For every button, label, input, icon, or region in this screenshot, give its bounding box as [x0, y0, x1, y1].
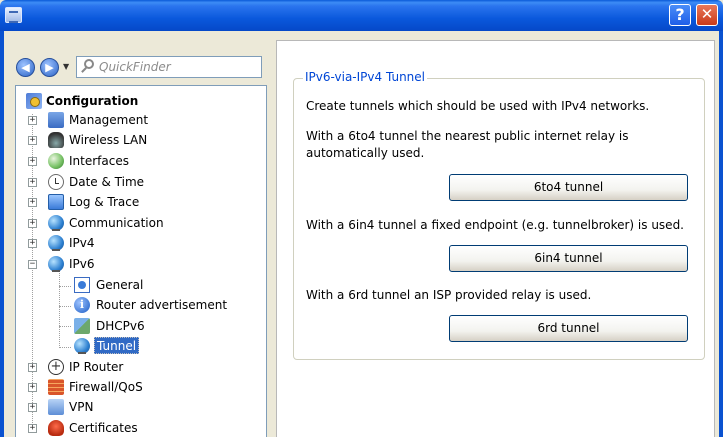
expand-icon[interactable]: +	[28, 403, 37, 412]
tree-item-label: VPN	[69, 400, 94, 414]
tree-item-ipv6[interactable]: − IPv6	[16, 254, 266, 274]
tree-item-vpn[interactable]: + VPN	[16, 397, 266, 417]
groupbox-title: IPv6-via-IPv4 Tunnel	[303, 70, 428, 84]
log-icon	[48, 194, 64, 210]
dhcp-icon	[74, 318, 90, 334]
clock-icon	[48, 174, 64, 190]
forward-arrow-icon[interactable]	[40, 58, 59, 77]
quickfinder-input[interactable]: QuickFinder	[76, 56, 262, 78]
tree-item-wireless-lan[interactable]: + Wireless LAN	[16, 130, 266, 150]
collapse-icon[interactable]: −	[28, 260, 37, 269]
expand-icon[interactable]: +	[28, 219, 37, 228]
search-icon	[81, 59, 95, 73]
tree-item-configuration[interactable]: Configuration	[16, 91, 266, 111]
tree-item-ip-router[interactable]: + IP Router	[16, 357, 266, 377]
tree-item-ipv4[interactable]: + IPv4	[16, 233, 266, 253]
6to4-tunnel-button[interactable]: 6to4 tunnel	[449, 174, 688, 201]
tree-item-label: General	[96, 278, 144, 292]
expand-icon[interactable]: +	[28, 136, 37, 145]
tree-item-date-time[interactable]: + Date & Time	[16, 172, 266, 192]
expand-icon[interactable]: +	[28, 383, 37, 392]
help-button[interactable]: ?	[669, 4, 691, 26]
tree-item-label: Date & Time	[69, 175, 145, 189]
tree-item-label: Interfaces	[69, 154, 129, 168]
vpn-icon	[48, 399, 64, 415]
sixto4-description-line1: With a 6to4 tunnel the nearest public in…	[306, 129, 629, 143]
globe-icon	[74, 338, 90, 354]
6in4-tunnel-button[interactable]: 6in4 tunnel	[449, 245, 688, 272]
tree-item-communication[interactable]: + Communication	[16, 213, 266, 233]
management-icon	[48, 112, 64, 128]
tree-item-interfaces[interactable]: + Interfaces	[16, 151, 266, 171]
title-bar: ? ✕	[0, 0, 723, 31]
tree-item-firewall-qos[interactable]: + Firewall/QoS	[16, 377, 266, 397]
tree-item-label: Certificates	[69, 421, 138, 435]
expand-icon[interactable]: +	[28, 239, 37, 248]
tree-item-label: Tunnel	[94, 337, 140, 354]
sixto4-description-line2: automatically used.	[306, 146, 425, 160]
tree-item-label: Communication	[69, 216, 164, 230]
expand-icon[interactable]: +	[28, 424, 37, 433]
globe-icon	[48, 235, 64, 251]
intro-text: Create tunnels which should be used with…	[306, 99, 650, 113]
tree-item-tunnel[interactable]: Tunnel	[16, 336, 266, 356]
app-icon	[5, 7, 22, 23]
tree-item-label: Log & Trace	[69, 195, 140, 209]
tree-item-label: Configuration	[46, 94, 139, 108]
expand-icon[interactable]: +	[28, 178, 37, 187]
tree-item-certificates[interactable]: + Certificates	[16, 418, 266, 437]
window-frame-right	[719, 31, 723, 437]
tree-item-management[interactable]: + Management	[16, 110, 266, 130]
interfaces-icon	[48, 153, 64, 169]
tree-item-label: Management	[69, 113, 149, 127]
expand-icon[interactable]: +	[28, 363, 37, 372]
tree-item-label: Wireless LAN	[69, 133, 148, 147]
firewall-icon	[48, 379, 64, 395]
router-icon	[48, 359, 64, 375]
info-icon	[74, 297, 90, 313]
configuration-tree[interactable]: Configuration + Management + Wireless LA…	[15, 85, 267, 437]
tree-item-label: Firewall/QoS	[69, 380, 143, 394]
tree-item-label: IP Router	[69, 360, 124, 374]
certificate-icon	[48, 420, 64, 436]
history-dropdown-icon[interactable]: ▼	[63, 62, 69, 71]
tree-item-label: IPv6	[69, 257, 95, 271]
expand-icon[interactable]: +	[28, 116, 37, 125]
tree-item-label: IPv4	[69, 236, 95, 250]
expand-icon[interactable]: +	[28, 157, 37, 166]
expand-icon[interactable]: +	[28, 198, 37, 207]
general-icon	[74, 277, 90, 293]
tree-item-ipv6-general[interactable]: General	[16, 275, 266, 295]
tree-item-dhcpv6[interactable]: DHCPv6	[16, 316, 266, 336]
globe-icon	[48, 215, 64, 231]
tree-item-router-advertisement[interactable]: Router advertisement	[16, 295, 266, 315]
configuration-icon	[26, 93, 42, 109]
close-button[interactable]: ✕	[696, 4, 718, 26]
tree-item-log-trace[interactable]: + Log & Trace	[16, 192, 266, 212]
tree-item-label: Router advertisement	[96, 298, 228, 312]
6rd-tunnel-button[interactable]: 6rd tunnel	[449, 315, 688, 342]
wireless-lan-icon	[48, 132, 64, 148]
tree-item-label: DHCPv6	[96, 319, 145, 333]
back-arrow-icon[interactable]	[16, 58, 35, 77]
sixin4-description: With a 6in4 tunnel a fixed endpoint (e.g…	[306, 218, 684, 232]
sixrd-description: With a 6rd tunnel an ISP provided relay …	[306, 288, 592, 302]
quickfinder-placeholder: QuickFinder	[99, 60, 171, 74]
globe-icon	[48, 256, 64, 272]
